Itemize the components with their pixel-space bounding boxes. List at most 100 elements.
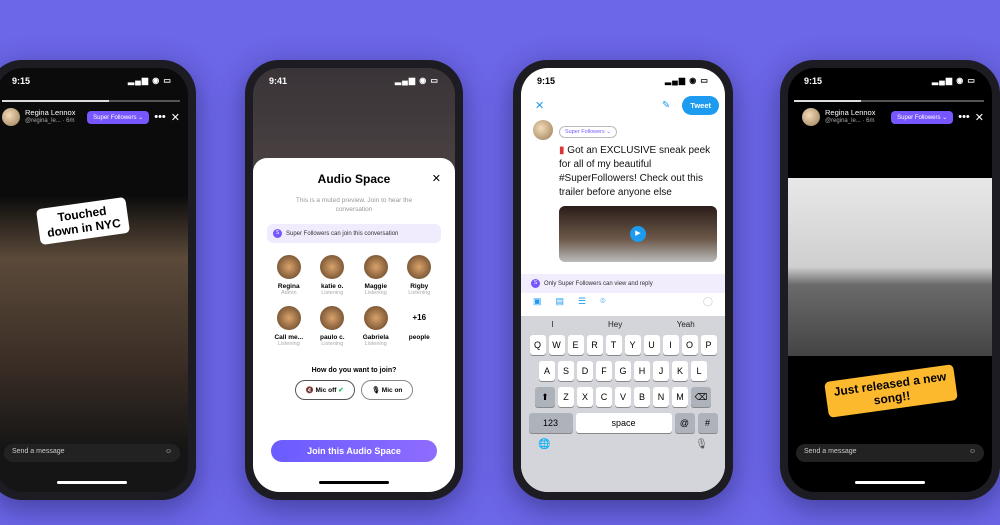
sheet-subtitle: This is a muted preview. Join to hear th… bbox=[295, 197, 413, 213]
close-icon[interactable]: ✕ bbox=[432, 172, 441, 185]
key[interactable]: M bbox=[672, 387, 688, 407]
poll-icon[interactable]: ☰ bbox=[578, 296, 586, 307]
status-time: 9:15 bbox=[537, 76, 556, 86]
key[interactable]: E bbox=[567, 335, 584, 355]
super-follows-badge-icon: S bbox=[531, 279, 540, 288]
keyboard: I Hey Yeah Q W E R T Y U I O P A S D F G H J K L ⬆ Z X C V B N M ⌫ 12… bbox=[521, 316, 725, 492]
key[interactable]: T bbox=[605, 335, 622, 355]
reply-restriction-notice: S Only Super Followers can view and reply bbox=[521, 274, 725, 293]
globe-icon[interactable]: 🌐 bbox=[538, 439, 550, 450]
author-name: Regina Lennox bbox=[25, 108, 76, 117]
close-icon[interactable]: ✕ bbox=[975, 111, 984, 124]
compose-screen: 9:15 ▂▄▆ ◉ ▭ ✕ ✎ Tweet Super Followers ⌄ ▮ … bbox=[521, 68, 725, 492]
gif-icon[interactable]: ▤ bbox=[556, 296, 565, 307]
at-key[interactable]: @ bbox=[674, 413, 695, 433]
key[interactable]: F bbox=[596, 361, 612, 381]
shift-key[interactable]: ⬆ bbox=[535, 387, 555, 407]
phone-compose: 9:15 ▂▄▆ ◉ ▭ ✕ ✎ Tweet Super Followers ⌄ ▮ … bbox=[513, 60, 733, 500]
more-participants[interactable]: +16 people bbox=[398, 306, 442, 347]
numbers-key[interactable]: 123 bbox=[528, 413, 573, 433]
mic-on-option[interactable]: 🎙 Mic on bbox=[360, 380, 414, 400]
key[interactable]: C bbox=[596, 387, 612, 407]
join-space-button[interactable]: Join this Audio Space bbox=[271, 440, 437, 462]
text-sticker: Touched down in NYC bbox=[35, 196, 131, 246]
more-icon[interactable]: ••• bbox=[958, 111, 970, 123]
key[interactable]: U bbox=[643, 335, 660, 355]
tweet-text[interactable]: ▮ Got an EXCLUSIVE sneak peek for all of… bbox=[559, 144, 717, 200]
participant[interactable]: katie o. Listening bbox=[311, 255, 355, 296]
thread-feather-icon[interactable]: ✎ bbox=[662, 100, 670, 111]
audio-space-sheet: Audio Space ✕ This is a muted preview. J… bbox=[253, 158, 455, 492]
key[interactable]: K bbox=[672, 361, 688, 381]
space-key[interactable]: space bbox=[575, 413, 672, 433]
phone-audio-space: 9:41 ▂▄▆ ◉ ▭ Audio Space ✕ This is a mute… bbox=[245, 60, 463, 500]
suggestion[interactable]: Hey bbox=[608, 320, 622, 329]
key[interactable]: I bbox=[662, 335, 679, 355]
participant-avatar bbox=[363, 255, 388, 279]
avatar bbox=[533, 120, 553, 140]
participant[interactable]: Call me... Listening bbox=[267, 306, 311, 347]
message-input[interactable]: Send a message ☺ bbox=[796, 444, 984, 462]
mic-off-option[interactable]: 🔇 Mic off ✔ bbox=[294, 380, 355, 400]
super-follows-badge-icon: S bbox=[273, 229, 282, 238]
key[interactable]: G bbox=[615, 361, 631, 381]
key[interactable]: Z bbox=[558, 387, 574, 407]
message-input[interactable]: Send a message ☺ bbox=[4, 444, 180, 462]
participant[interactable]: Maggie Listening bbox=[354, 255, 398, 296]
key[interactable]: W bbox=[548, 335, 565, 355]
clapper-emoji-icon: ▮ bbox=[559, 145, 565, 156]
key[interactable]: S bbox=[558, 361, 574, 381]
text-sticker: Just released a new song!! bbox=[824, 364, 958, 418]
participant-avatar bbox=[363, 306, 388, 330]
emoji-icon[interactable]: ☺ bbox=[969, 448, 976, 458]
participant-avatar bbox=[276, 255, 301, 279]
audience-pill[interactable]: Super Followers ⌄ bbox=[87, 110, 150, 124]
video-attachment[interactable]: ▶ bbox=[559, 206, 717, 262]
key[interactable]: L bbox=[691, 361, 707, 381]
close-icon[interactable]: ✕ bbox=[535, 99, 544, 112]
key[interactable]: V bbox=[615, 387, 631, 407]
participant[interactable]: Gabriela Listening bbox=[354, 306, 398, 347]
microphone-icon[interactable]: 🎙 bbox=[695, 439, 708, 450]
more-icon[interactable]: ••• bbox=[154, 111, 166, 123]
key[interactable]: N bbox=[653, 387, 669, 407]
emoji-icon[interactable]: ☺ bbox=[165, 448, 172, 458]
participant[interactable]: Rigby Listening bbox=[398, 255, 442, 296]
participant[interactable]: Regina Admin bbox=[267, 255, 311, 296]
super-followers-banner: S Super Followers can join this conversat… bbox=[267, 224, 441, 243]
author-handle: @regina_le... · 6m bbox=[825, 118, 875, 124]
tweet-button[interactable]: Tweet bbox=[682, 96, 719, 115]
avatar[interactable] bbox=[802, 108, 820, 126]
hash-key[interactable]: # bbox=[697, 413, 718, 433]
key[interactable]: D bbox=[577, 361, 593, 381]
key[interactable]: X bbox=[577, 387, 593, 407]
key[interactable]: P bbox=[700, 335, 717, 355]
participant[interactable]: paulo c. Listening bbox=[311, 306, 355, 347]
suggestion[interactable]: I bbox=[551, 320, 553, 329]
key[interactable]: H bbox=[634, 361, 650, 381]
key[interactable]: O bbox=[681, 335, 698, 355]
key[interactable]: B bbox=[634, 387, 650, 407]
image-icon[interactable]: ▣ bbox=[533, 296, 542, 307]
participant-avatar bbox=[407, 255, 432, 279]
phone-story-song: 9:15 ▂▄▆ ◉ ▭ Regina Lennox @regina_le... ·… bbox=[780, 60, 1000, 500]
audience-pill[interactable]: Super Followers ⌄ bbox=[891, 110, 954, 124]
key[interactable]: R bbox=[586, 335, 603, 355]
status-time: 9:15 bbox=[12, 76, 31, 86]
signal-wifi-battery-icon: ▂▄▆ ◉ ▭ bbox=[128, 76, 172, 85]
location-icon[interactable]: ⌾ bbox=[600, 296, 605, 307]
home-indicator bbox=[57, 481, 127, 484]
key[interactable]: A bbox=[539, 361, 555, 381]
participant-avatar bbox=[320, 255, 345, 279]
key[interactable]: Y bbox=[624, 335, 641, 355]
play-icon[interactable]: ▶ bbox=[630, 226, 646, 242]
avatar[interactable] bbox=[2, 108, 20, 126]
close-icon[interactable]: ✕ bbox=[171, 111, 180, 124]
audience-selector[interactable]: Super Followers ⌄ bbox=[559, 126, 617, 138]
key[interactable]: J bbox=[653, 361, 669, 381]
suggestion[interactable]: Yeah bbox=[677, 320, 695, 329]
backspace-key[interactable]: ⌫ bbox=[691, 387, 711, 407]
key[interactable]: Q bbox=[529, 335, 546, 355]
participant-avatar bbox=[320, 306, 345, 330]
status-time: 9:41 bbox=[269, 76, 288, 86]
